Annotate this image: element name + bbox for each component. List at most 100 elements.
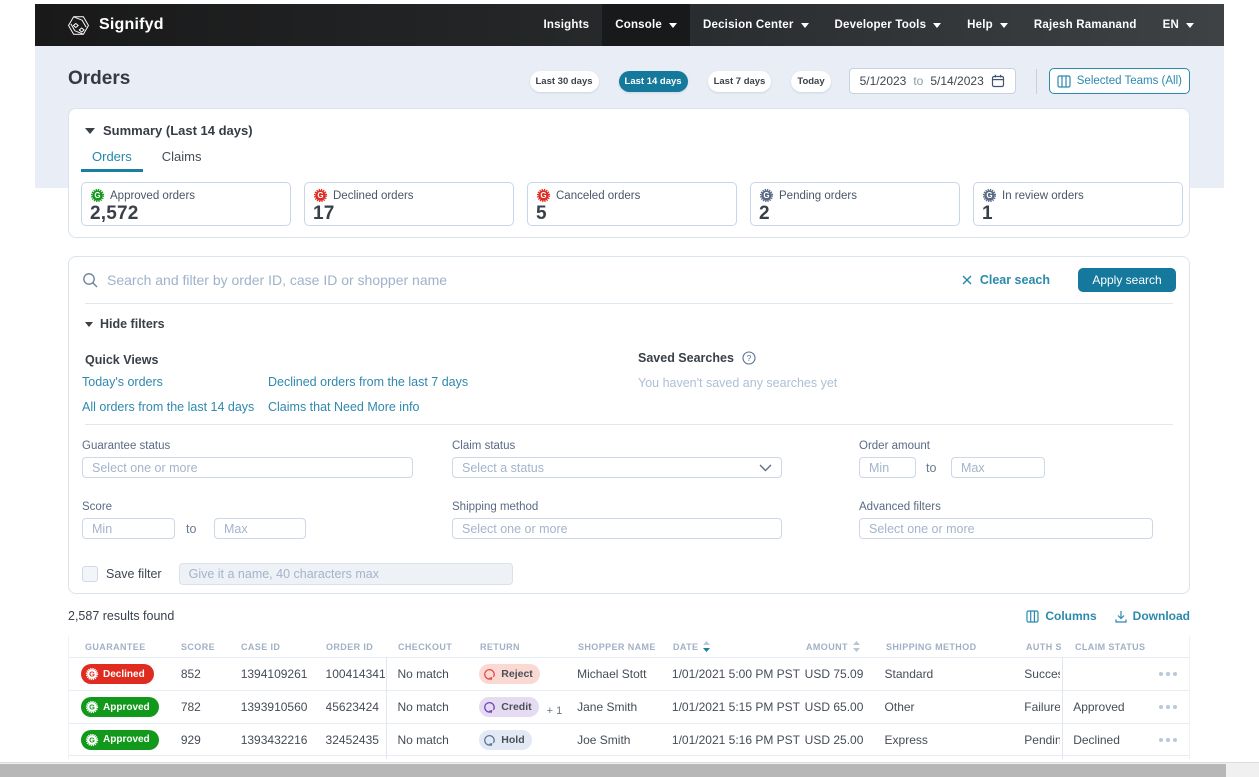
tab-orders[interactable]: Orders	[81, 145, 143, 172]
summary-collapse-toggle[interactable]: Summary (Last 14 days)	[85, 123, 253, 138]
col-header-amount-label: AMOUNT	[806, 642, 848, 652]
clear-search-button[interactable]: Clear seach	[962, 273, 1050, 287]
col-header-amount[interactable]: AMOUNT	[806, 641, 886, 652]
amount-cell: USD 65.00	[805, 700, 885, 714]
hide-filters-label: Hide filters	[100, 317, 165, 331]
stat-head: GCanceled orders	[536, 188, 728, 203]
pinned-right-divider	[1062, 657, 1063, 759]
apply-search-button[interactable]: Apply search	[1078, 268, 1176, 292]
col-header-case-id[interactable]: CASE ID	[241, 642, 326, 652]
guarantee-cell: GApproved	[69, 730, 181, 750]
guarantee-seal-icon: G	[85, 733, 99, 747]
auth-status-cell: Pending	[1024, 733, 1060, 747]
columns-button[interactable]: Columns	[1026, 609, 1096, 623]
return-arrow-icon	[483, 667, 497, 681]
checkout-cell: No match	[385, 667, 479, 681]
shopper-name-cell: Michael Stott	[577, 667, 672, 681]
col-header-order-id[interactable]: ORDER ID	[326, 642, 386, 652]
col-header-score[interactable]: SCORE	[181, 642, 241, 652]
table-row[interactable]: GDeclined8521394109261100414341No matchR…	[69, 657, 1189, 690]
table-row[interactable]: GApproved782139391056045623424No matchCr…	[69, 690, 1189, 723]
stat-value: 17	[313, 203, 505, 225]
score-min-input[interactable]	[82, 518, 175, 539]
nav-item-label: EN	[1163, 19, 1179, 31]
col-header-auth-status[interactable]: AUTH S	[1026, 642, 1062, 652]
col-header-return[interactable]: RETURN	[480, 642, 578, 652]
col-header-shopper-name[interactable]: SHOPPER NAME	[578, 642, 673, 652]
col-header-claim-status[interactable]: CLAIM STATUS	[1062, 642, 1148, 652]
return-cell: Hold	[479, 730, 577, 750]
save-filter-checkbox[interactable]	[82, 566, 98, 582]
scrollbar-thumb[interactable]	[0, 764, 1226, 777]
quick-view-declined-orders[interactable]: Declined orders from the last 7 days	[268, 375, 468, 389]
nav-item-decision-center[interactable]: Decision Center	[690, 4, 822, 46]
dot-icon	[1173, 738, 1177, 742]
date-filter-row: Last 30 days Last 14 days Last 7 days To…	[0, 68, 1190, 94]
download-button[interactable]: Download	[1115, 609, 1190, 623]
order-amount-max-input[interactable]	[951, 457, 1045, 478]
pill-last-7-days[interactable]: Last 7 days	[708, 71, 772, 92]
pill-last-14-days[interactable]: Last 14 days	[619, 71, 688, 92]
quick-view-claims-need-info[interactable]: Claims that Need More info	[268, 400, 419, 414]
col-header-guarantee[interactable]: GUARANTEE	[69, 642, 181, 652]
svg-text:G: G	[89, 703, 95, 712]
claim-status-select[interactable]: Select a status	[452, 457, 782, 478]
row-actions-cell	[1146, 705, 1189, 709]
nav-item-console[interactable]: Console	[602, 4, 690, 46]
nav-item-user[interactable]: Rajesh Ramanand	[1021, 4, 1150, 46]
svg-text:G: G	[94, 191, 100, 200]
col-header-checkout[interactable]: CHECKOUT	[386, 642, 480, 652]
guarantee-label: Approved	[103, 702, 150, 713]
row-menu-button[interactable]	[1159, 738, 1177, 742]
nav-item-language[interactable]: EN	[1150, 4, 1207, 46]
shipping-method-cell: Standard	[885, 667, 1025, 681]
divider	[85, 424, 1173, 425]
return-label: Reject	[501, 668, 533, 680]
quick-view-todays-orders[interactable]: Today's orders	[82, 375, 163, 389]
selected-teams-button[interactable]: Selected Teams (All)	[1049, 68, 1190, 94]
nav-item-label: Decision Center	[703, 19, 794, 31]
order-amount-min-input[interactable]	[859, 457, 916, 478]
row-menu-button[interactable]	[1159, 705, 1177, 709]
help-icon[interactable]: ?	[742, 351, 756, 365]
search-input[interactable]	[107, 272, 962, 288]
auth-status-cell: Success	[1024, 667, 1060, 681]
nav-item-insights[interactable]: Insights	[531, 4, 603, 46]
guarantee-badge: G Approved	[81, 697, 159, 717]
guarantee-badge: GDeclined	[81, 664, 154, 684]
guarantee-status-input[interactable]	[82, 457, 413, 478]
nav-item-label: Developer Tools	[835, 19, 927, 31]
stat-value: 1	[982, 203, 1174, 225]
advanced-filters-input[interactable]	[859, 518, 1153, 539]
nav-item-label: Console	[615, 19, 662, 31]
stat-head: GPending orders	[759, 188, 951, 203]
date-join: to	[913, 74, 923, 88]
save-filter-label: Save filter	[106, 567, 162, 581]
nav-item-help[interactable]: Help	[954, 4, 1021, 46]
horizontal-scrollbar[interactable]	[0, 762, 1259, 777]
col-header-shipping-method[interactable]: SHIPPING METHOD	[886, 642, 1026, 652]
case-id-cell: 1393432216	[241, 733, 326, 747]
save-filter-name-input[interactable]	[179, 563, 513, 585]
chevron-down-icon	[1000, 23, 1008, 28]
case-id-cell: 1393910560	[241, 700, 326, 714]
tab-claims[interactable]: Claims	[151, 145, 213, 172]
col-header-date[interactable]: DATE	[673, 641, 806, 652]
shipping-method-input[interactable]	[452, 518, 782, 539]
dot-icon	[1166, 672, 1170, 676]
return-label: Hold	[501, 734, 524, 746]
pill-today[interactable]: Today	[791, 71, 830, 92]
summary-panel: Summary (Last 14 days) Orders Claims GAp…	[68, 108, 1190, 238]
dot-icon	[1173, 705, 1177, 709]
table-row[interactable]: GApproved929139343221632452435No matchHo…	[69, 723, 1189, 756]
stat-card: GApproved orders2,572	[81, 182, 291, 226]
date-range-picker[interactable]: 5/1/2023 to 5/14/2023	[849, 68, 1016, 94]
brand[interactable]: Signifyd	[67, 14, 164, 37]
row-menu-button[interactable]	[1159, 672, 1177, 676]
quick-view-all-orders[interactable]: All orders from the last 14 days	[82, 400, 254, 414]
pill-last-30-days[interactable]: Last 30 days	[530, 71, 599, 92]
score-max-input[interactable]	[214, 518, 306, 539]
guarantee-status-label: Guarantee status	[82, 440, 170, 452]
hide-filters-toggle[interactable]: Hide filters	[85, 317, 165, 331]
nav-item-developer-tools[interactable]: Developer Tools	[822, 4, 955, 46]
